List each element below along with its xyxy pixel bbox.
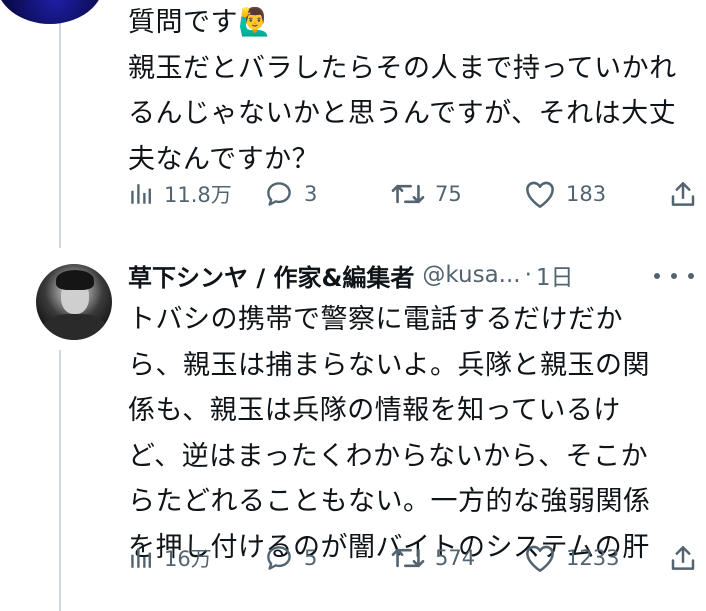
author-handle[interactable]: @kusa...	[422, 262, 520, 288]
speech-bubble-icon	[264, 543, 294, 573]
retweet-arrows-icon	[391, 543, 425, 573]
tweet-timestamp[interactable]: 1日	[536, 258, 574, 292]
reply-button[interactable]: 3	[264, 174, 317, 214]
retweet-arrows-icon	[391, 179, 425, 209]
more-dots-icon[interactable]	[654, 266, 694, 286]
heart-outline-icon	[524, 543, 556, 573]
reply-count: 5	[304, 546, 318, 570]
author-avatar[interactable]	[36, 264, 112, 340]
heart-outline-icon	[524, 179, 556, 209]
retweet-button[interactable]: 574	[391, 538, 475, 578]
retweet-button[interactable]: 75	[391, 174, 462, 214]
bar-chart-icon	[128, 181, 154, 207]
avatar[interactable]	[0, 0, 104, 24]
reply-count: 3	[304, 182, 318, 206]
tweet-actions: 11.8万 3 75 183	[128, 174, 700, 214]
speech-bubble-icon	[264, 179, 294, 209]
like-count: 1233	[566, 546, 620, 570]
author-name[interactable]: 草下シンヤ / 作家&編集者	[128, 258, 414, 293]
bar-chart-icon	[128, 545, 154, 571]
thread-line-top	[59, 0, 61, 248]
tweet-text-2: トバシの携帯で警察に電話するだけだか ら、親玉は捕まらないよ。兵隊と親玉の関 係…	[128, 304, 651, 563]
share-upload-icon	[668, 179, 698, 209]
views-count: 16万	[164, 547, 212, 571]
share-button[interactable]	[668, 174, 698, 214]
separator-dot: ·	[524, 262, 532, 288]
like-button[interactable]: 1233	[524, 538, 619, 578]
thread-line-bottom	[59, 350, 61, 611]
like-count: 183	[566, 182, 607, 206]
share-upload-icon	[668, 543, 698, 573]
tweet-text: 質問です🙋‍♂️ 親玉だとバラしたらその人まで持っていかれ るんじゃないかと思う…	[128, 7, 677, 175]
like-button[interactable]: 183	[524, 174, 606, 214]
views-count: 11.8万	[164, 183, 232, 207]
retweet-count: 75	[435, 182, 462, 206]
views-button[interactable]: 11.8万	[128, 174, 232, 214]
tweet-actions-2: 16万 5 574 1233	[128, 538, 700, 578]
retweet-count: 574	[435, 546, 476, 570]
views-button[interactable]: 16万	[128, 538, 212, 578]
reply-button[interactable]: 5	[264, 538, 317, 578]
share-button[interactable]	[668, 538, 698, 578]
tweet-header: 草下シンヤ / 作家&編集者 @kusa... · 1日	[128, 258, 574, 292]
